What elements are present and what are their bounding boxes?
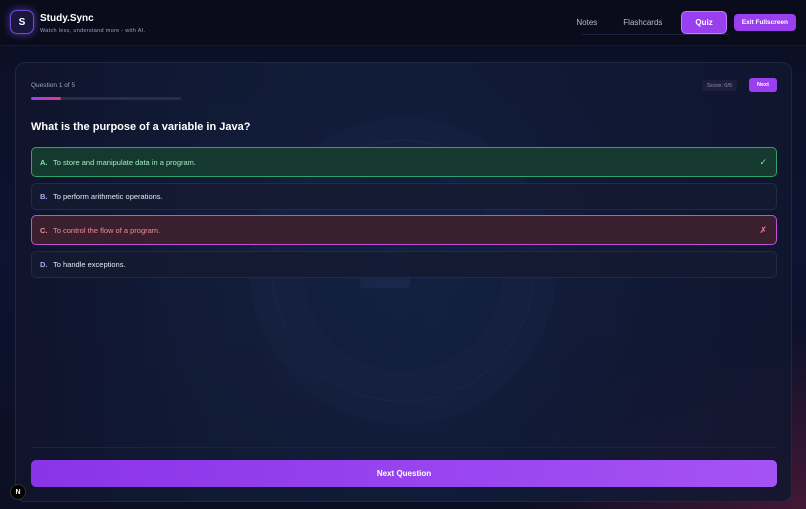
option-text: To store and manipulate data in a progra… (53, 157, 197, 167)
brand-tagline: Watch less, understand more - with AI. (40, 28, 146, 34)
option-text: To perform arithmetic operations. (53, 192, 163, 201)
option-letter: C. (40, 225, 48, 235)
checkmark-icon: ✓ (759, 156, 767, 167)
nav-divider (582, 34, 729, 35)
answer-option-b[interactable]: B. To perform arithmetic operations. (31, 183, 777, 210)
next-button[interactable]: Next (749, 78, 777, 92)
option-text: To handle exceptions. (53, 260, 126, 269)
brand-name: Study.Sync (40, 13, 94, 24)
answer-option-d[interactable]: D. To handle exceptions. (31, 251, 777, 278)
option-text: To control the flow of a program. (53, 225, 161, 235)
main-nav: Notes Flashcards Quiz Exit Fullscreen (563, 11, 796, 34)
answer-option-c[interactable]: C. To control the flow of a program. ✗ (31, 215, 777, 245)
footer-divider (31, 447, 777, 448)
question-counter: Question 1 of 5 (31, 82, 76, 89)
tab-quiz[interactable]: Quiz (681, 11, 727, 34)
score-badge: Score: 0/5 (702, 80, 738, 91)
n-logo-icon[interactable]: N (10, 484, 26, 500)
tab-notes[interactable]: Notes (563, 11, 610, 34)
quiz-progress-bar (31, 97, 181, 100)
next-question-button[interactable]: Next Question (31, 460, 777, 487)
cross-icon: ✗ (759, 224, 767, 235)
question-text: What is the purpose of a variable in Jav… (31, 121, 251, 133)
quiz-progress-fill (31, 97, 61, 100)
app-logo[interactable]: S (10, 10, 34, 34)
exit-fullscreen-button[interactable]: Exit Fullscreen (733, 14, 796, 31)
option-letter: A. (40, 157, 48, 167)
option-letter: D. (40, 260, 48, 269)
top-header: S Study.Sync Watch less, understand more… (0, 0, 806, 46)
tab-flashcards[interactable]: Flashcards (610, 11, 675, 34)
answer-option-a[interactable]: A. To store and manipulate data in a pro… (31, 147, 777, 177)
option-letter: B. (40, 192, 48, 201)
